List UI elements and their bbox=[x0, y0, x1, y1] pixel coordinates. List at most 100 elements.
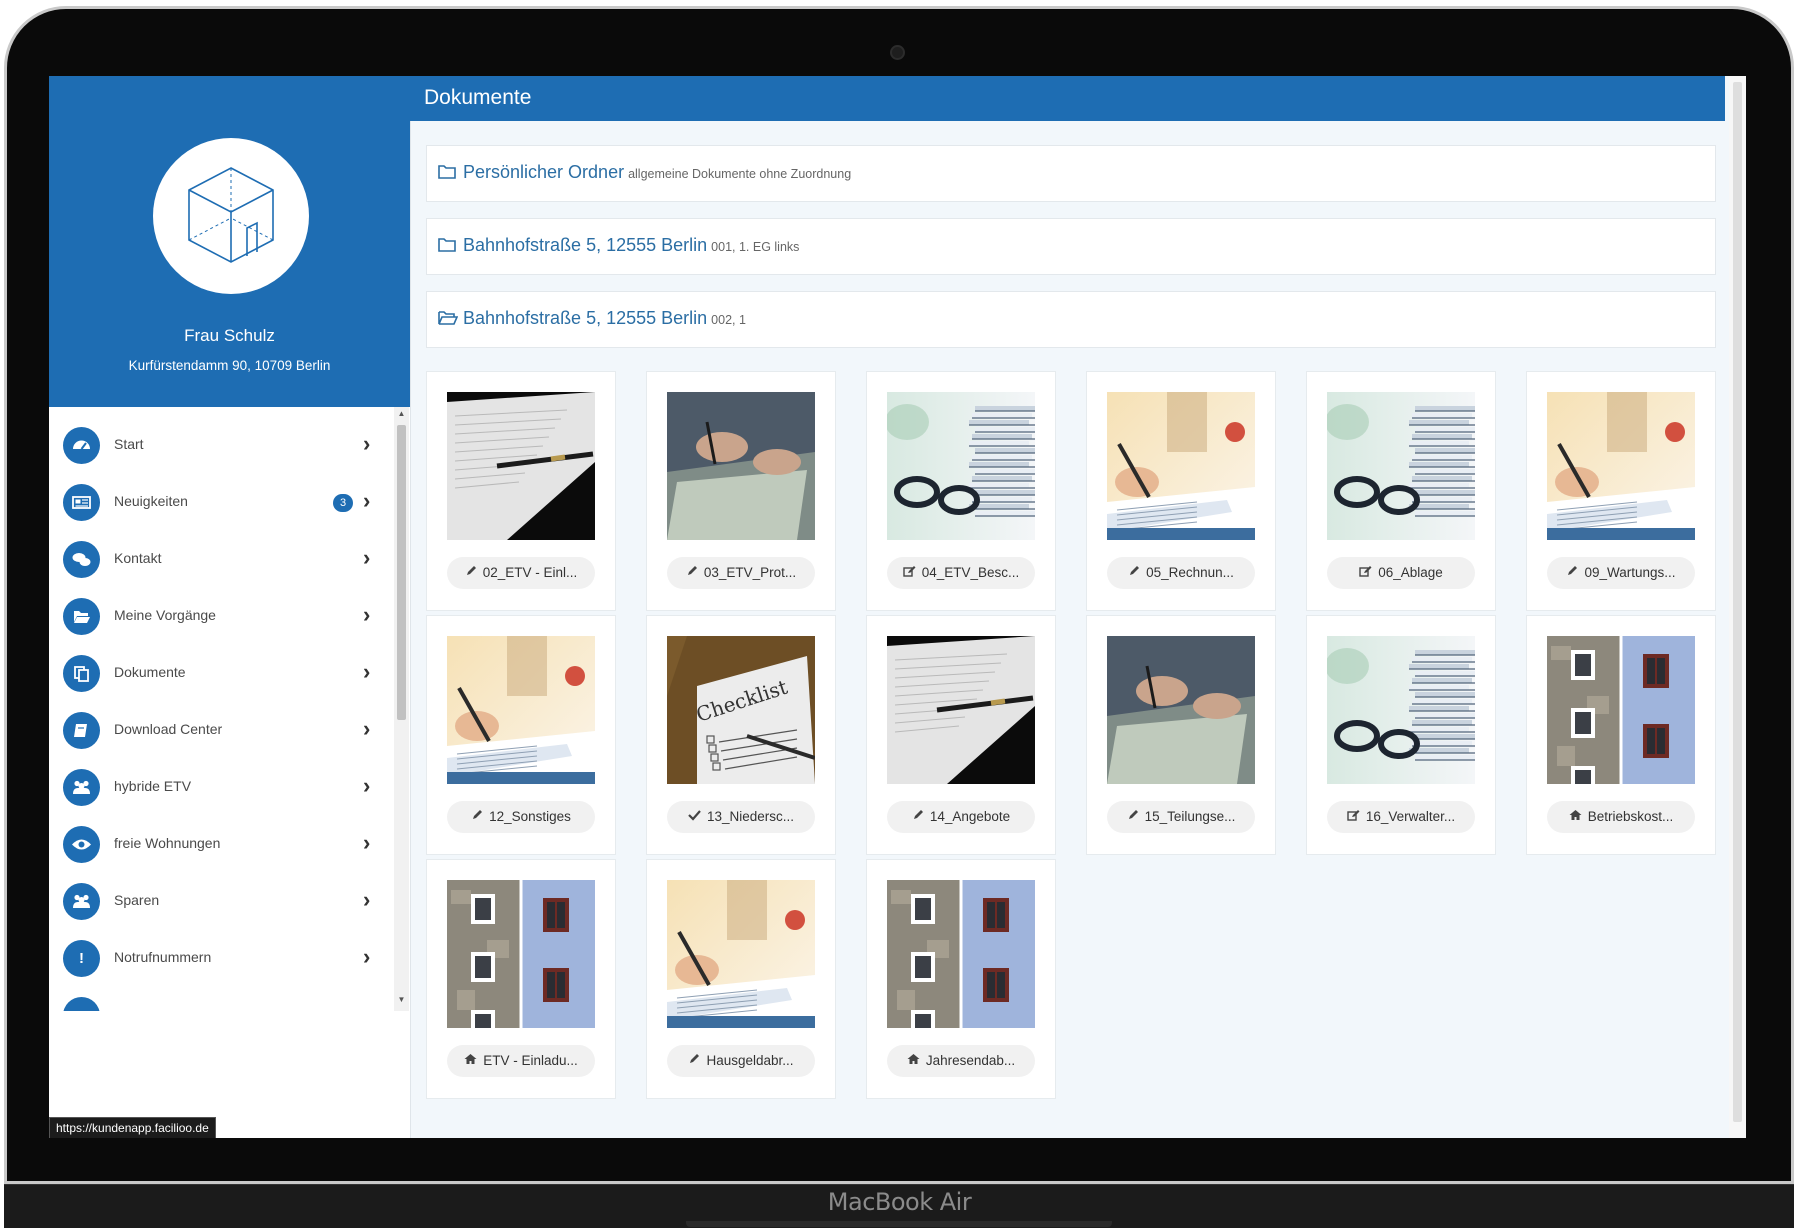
sidebar-item-start[interactable]: Start › bbox=[49, 417, 394, 474]
document-label: 13_Niedersc... bbox=[706, 809, 795, 824]
edit-icon bbox=[1347, 801, 1360, 833]
folder-subtitle: 002, 1 bbox=[711, 313, 746, 327]
document-thumbnail[interactable] bbox=[887, 880, 1035, 1028]
chevron-right-icon: › bbox=[363, 545, 371, 570]
document-thumbnail[interactable] bbox=[1107, 636, 1255, 784]
document-label: 15_Teilungse... bbox=[1144, 809, 1236, 824]
folder-title: Bahnhofstraße 5, 12555 Berlin bbox=[463, 308, 708, 328]
document-button[interactable]: 14_Angebote bbox=[887, 801, 1035, 833]
document-label: Jahresendab... bbox=[925, 1053, 1016, 1068]
document-thumbnail[interactable] bbox=[1327, 636, 1475, 784]
document-card[interactable]: 06_Ablage bbox=[1306, 371, 1496, 611]
document-thumbnail[interactable] bbox=[887, 636, 1035, 784]
document-thumbnail[interactable] bbox=[1107, 392, 1255, 540]
sidebar: Frau Schulz Kurfürstendamm 90, 10709 Ber… bbox=[49, 76, 411, 1138]
page-header: Dokumente bbox=[410, 76, 1725, 121]
folder-row[interactable]: Persönlicher Ordner allgemeine Dokumente … bbox=[426, 145, 1716, 202]
check-icon bbox=[688, 801, 701, 833]
documents-icon bbox=[63, 655, 100, 692]
sidebar-item-label: Dokumente bbox=[114, 664, 186, 680]
chevron-right-icon: › bbox=[363, 659, 371, 684]
document-card[interactable]: 14_Angebote bbox=[866, 615, 1056, 855]
notification-badge: 3 bbox=[333, 494, 353, 512]
folder-row[interactable]: Bahnhofstraße 5, 12555 Berlin 002, 1 bbox=[426, 291, 1716, 348]
document-card[interactable]: 05_Rechnun... bbox=[1086, 371, 1276, 611]
base-notch bbox=[686, 1221, 1112, 1227]
document-button[interactable]: 06_Ablage bbox=[1327, 557, 1475, 589]
document-button[interactable]: 09_Wartungs... bbox=[1547, 557, 1695, 589]
sidebar-scrollbar[interactable]: ▲ ▼ bbox=[394, 407, 409, 1011]
document-button[interactable]: 16_Verwalter... bbox=[1327, 801, 1475, 833]
main-scrollbar[interactable] bbox=[1729, 76, 1746, 1138]
sidebar-item-label: Neuigkeiten bbox=[114, 493, 188, 509]
document-button[interactable]: 12_Sonstiges bbox=[447, 801, 595, 833]
sidebar-item-download-center[interactable]: Download Center › bbox=[49, 702, 394, 759]
book-icon bbox=[63, 712, 100, 749]
sidebar-item-notrufnummern[interactable]: ! Notrufnummern › bbox=[49, 930, 394, 987]
document-label: 09_Wartungs... bbox=[1584, 565, 1676, 580]
sidebar-item-kontakt[interactable]: Kontakt › bbox=[49, 531, 394, 588]
document-card[interactable]: Betriebskost... bbox=[1526, 615, 1716, 855]
sidebar-item-meine-vorgaenge[interactable]: Meine Vorgänge › bbox=[49, 588, 394, 645]
pencil-icon bbox=[1127, 801, 1139, 833]
document-thumbnail[interactable]: Checklist bbox=[667, 636, 815, 784]
sidebar-item-neuigkeiten[interactable]: Neuigkeiten 3 › bbox=[49, 474, 394, 531]
document-button[interactable]: 13_Niedersc... bbox=[667, 801, 815, 833]
folder-title: Bahnhofstraße 5, 12555 Berlin bbox=[463, 235, 708, 255]
document-thumbnail[interactable] bbox=[667, 880, 815, 1028]
document-card[interactable]: 04_ETV_Besc... bbox=[866, 371, 1056, 611]
document-button[interactable]: 05_Rechnun... bbox=[1107, 557, 1255, 589]
chevron-right-icon: › bbox=[363, 488, 371, 513]
document-card[interactable]: 12_Sonstiges bbox=[426, 615, 616, 855]
sidebar-item-dokumente[interactable]: Dokumente › bbox=[49, 645, 394, 702]
document-button[interactable]: 15_Teilungse... bbox=[1107, 801, 1255, 833]
scroll-thumb[interactable] bbox=[1733, 82, 1742, 1122]
scroll-thumb[interactable] bbox=[397, 425, 406, 720]
document-button[interactable]: Jahresendab... bbox=[887, 1045, 1035, 1077]
app-screen: Frau Schulz Kurfürstendamm 90, 10709 Ber… bbox=[49, 76, 1746, 1138]
document-card[interactable]: 09_Wartungs... bbox=[1526, 371, 1716, 611]
document-thumbnail[interactable] bbox=[1547, 392, 1695, 540]
document-thumbnail[interactable] bbox=[447, 880, 595, 1028]
menu-icon-partial bbox=[63, 997, 100, 1011]
document-thumbnail[interactable] bbox=[667, 392, 815, 540]
document-thumbnail[interactable] bbox=[887, 392, 1035, 540]
chevron-right-icon: › bbox=[363, 944, 371, 969]
users-icon bbox=[63, 883, 100, 920]
document-thumbnail[interactable] bbox=[447, 636, 595, 784]
document-thumbnail[interactable] bbox=[1327, 392, 1475, 540]
sidebar-item-sparen[interactable]: Sparen › bbox=[49, 873, 394, 930]
profile-name: Frau Schulz bbox=[184, 326, 275, 345]
document-button[interactable]: ETV - Einladu... bbox=[447, 1045, 595, 1077]
sidebar-item-partial[interactable] bbox=[49, 987, 394, 1011]
document-card[interactable]: Jahresendab... bbox=[866, 859, 1056, 1099]
sidebar-item-hybride-etv[interactable]: hybride ETV › bbox=[49, 759, 394, 816]
chevron-right-icon: › bbox=[363, 887, 371, 912]
avatar[interactable] bbox=[153, 138, 309, 294]
sidebar-item-label: Kontakt bbox=[114, 550, 162, 566]
document-thumbnail[interactable] bbox=[1547, 636, 1695, 784]
document-thumbnail[interactable] bbox=[447, 392, 595, 540]
document-card[interactable]: Hausgeldabr... bbox=[646, 859, 836, 1099]
document-card[interactable]: ETV - Einladu... bbox=[426, 859, 616, 1099]
document-button[interactable]: 04_ETV_Besc... bbox=[887, 557, 1035, 589]
camera bbox=[890, 45, 905, 60]
document-button[interactable]: 02_ETV - Einl... bbox=[447, 557, 595, 589]
scroll-up-arrow-icon[interactable]: ▲ bbox=[397, 409, 406, 421]
home-icon bbox=[1569, 801, 1582, 833]
cube-logo-icon bbox=[188, 167, 274, 263]
pencil-icon bbox=[471, 801, 483, 833]
document-card[interactable]: 15_Teilungse... bbox=[1086, 615, 1276, 855]
scroll-down-arrow-icon[interactable]: ▼ bbox=[397, 995, 406, 1007]
sidebar-item-freie-wohnungen[interactable]: freie Wohnungen › bbox=[49, 816, 394, 873]
document-button[interactable]: Hausgeldabr... bbox=[667, 1045, 815, 1077]
document-card[interactable]: 16_Verwalter... bbox=[1306, 615, 1496, 855]
document-card[interactable]: Checklist 13_Niedersc... bbox=[646, 615, 836, 855]
document-label: 16_Verwalter... bbox=[1365, 809, 1456, 824]
document-button[interactable]: Betriebskost... bbox=[1547, 801, 1695, 833]
folder-row[interactable]: Bahnhofstraße 5, 12555 Berlin 001, 1. EG … bbox=[426, 218, 1716, 275]
sidebar-item-label: Start bbox=[114, 436, 144, 452]
document-card[interactable]: 03_ETV_Prot... bbox=[646, 371, 836, 611]
document-button[interactable]: 03_ETV_Prot... bbox=[667, 557, 815, 589]
document-card[interactable]: 02_ETV - Einl... bbox=[426, 371, 616, 611]
